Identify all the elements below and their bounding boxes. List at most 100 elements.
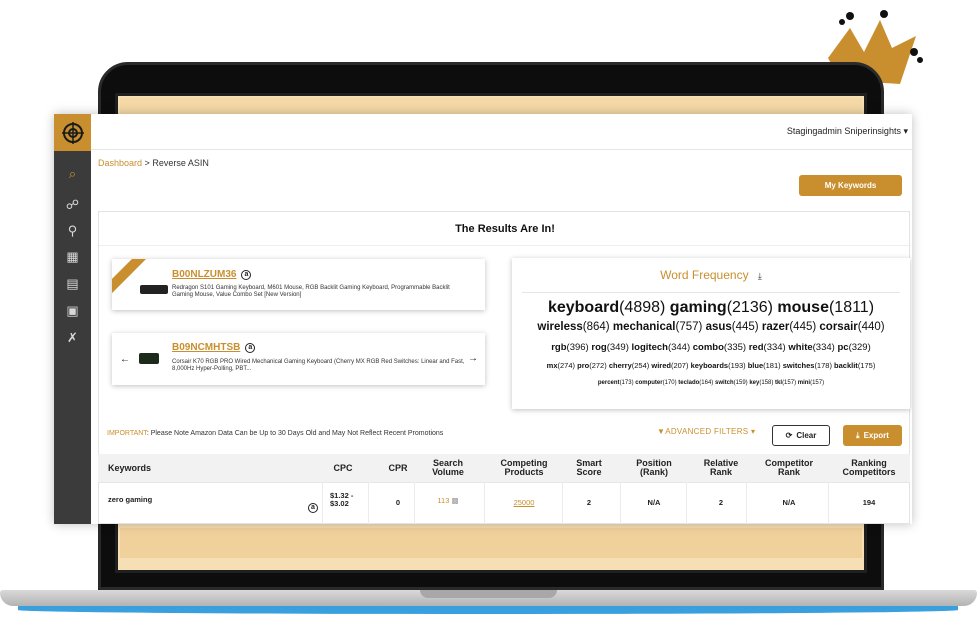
asin-id: B09NCMHTSB [172, 342, 241, 353]
asin-card[interactable]: B00NLZUM36 a Redragon S101 Gaming Keyboar… [112, 259, 485, 310]
cell-ranking-competitors: 194 [862, 498, 876, 507]
column-header-position-rank[interactable]: Position (Rank) [628, 459, 680, 477]
logo[interactable] [54, 114, 91, 151]
user-menu[interactable]: Stagingadmin Sniperinsights ▾ [787, 126, 908, 137]
word-count: (349) [606, 342, 629, 353]
breadcrumb-separator: > [144, 158, 150, 168]
breadcrumb-dashboard-link[interactable]: Dashboard [98, 158, 142, 168]
word-count: (173) [619, 380, 634, 386]
word-term: pro [577, 361, 590, 370]
calculator-icon[interactable]: ▦ [54, 244, 91, 270]
word-count: (396) [566, 342, 589, 353]
word-term: cherry [608, 361, 632, 370]
word-count: (329) [848, 342, 871, 353]
column-divider [562, 482, 563, 524]
laptop-mockup: ⌕ ☍ ⚲ ▦ ▤ ▣ ✗ Stagingadmin Sniperinsight… [0, 0, 977, 618]
word-count: (181) [763, 361, 781, 370]
word-term: keyboard [547, 299, 620, 316]
column-divider [484, 482, 485, 524]
word-term: percent [597, 380, 620, 386]
column-header-search-volume[interactable]: Search Volume [423, 459, 473, 477]
word-count: (193) [728, 361, 746, 370]
column-header-keywords[interactable]: Keywords [108, 464, 151, 473]
word-term: switch [714, 380, 734, 386]
cell-position-rank: N/A [647, 498, 661, 507]
column-header-smart-score[interactable]: Smart Score [570, 459, 608, 477]
search-icon[interactable]: ⚲ [54, 218, 91, 244]
clear-button[interactable]: ⟳ Clear [772, 425, 830, 446]
word-count: (178) [814, 361, 832, 370]
important-notice: IMPORTANT: Please Note Amazon Data Can b… [107, 430, 443, 437]
word-count: (272) [589, 361, 607, 370]
cell-competitor-rank: N/A [782, 498, 796, 507]
word-term: teclado [678, 380, 700, 386]
user-name: Stagingadmin Sniperinsights [786, 126, 901, 136]
word-count: (864) [582, 321, 610, 333]
cell-competing-products[interactable]: 25000 [493, 498, 555, 507]
cell-relative-rank: 2 [718, 498, 724, 507]
important-text: : Please Note Amazon Data Can be Up to 3… [146, 430, 444, 437]
laptop-notch [420, 590, 557, 598]
chart-icon[interactable]: ▤ [54, 271, 91, 297]
word-term: rog [591, 342, 607, 353]
asin-description: Redragon S101 Gaming Keyboard, M601 Mous… [172, 285, 450, 298]
cell-cpr: 0 [395, 498, 401, 507]
word-frequency-row: percent(173) computer(170) teclado(164) … [512, 380, 910, 386]
word-term: razer [761, 321, 790, 333]
column-header-cpr[interactable]: CPR [383, 464, 413, 473]
export-label: Export [863, 431, 889, 440]
cart-icon[interactable]: ☍ [54, 192, 91, 218]
word-count: (334) [812, 342, 835, 353]
word-term: corsair [819, 321, 858, 333]
column-header-competitor-rank[interactable]: Competitor Rank [756, 459, 822, 477]
results-title: The Results Are In! [99, 212, 911, 246]
asin-link[interactable]: B09NCMHTSB a [172, 342, 256, 353]
word-term: keyboards [690, 361, 729, 370]
table-row[interactable]: zero gaming a $1.32 - $3.02 0 113 ▩ 2500… [98, 482, 910, 524]
cell-search-volume[interactable]: 113 ▩ [423, 496, 473, 505]
advanced-filters-toggle[interactable]: ▼ADVANCED FILTERS ▾ [657, 427, 755, 436]
sidebar: ⌕ ☍ ⚲ ▦ ▤ ▣ ✗ [54, 114, 91, 524]
tools-icon[interactable]: ✗ [54, 325, 91, 351]
word-term: asus [705, 321, 732, 333]
column-header-competing-products[interactable]: Competing Products [493, 459, 555, 477]
asin-link[interactable]: B00NLZUM36 a [172, 269, 252, 280]
arrow-right-icon[interactable]: → [468, 353, 478, 364]
column-header-relative-rank[interactable]: Relative Rank [696, 459, 746, 477]
cell-cpc: $1.32 - $3.02 [330, 491, 354, 508]
refresh-icon: ⟳ [785, 431, 793, 440]
word-term: red [748, 342, 764, 353]
column-divider [322, 482, 323, 524]
cell-keyword: zero gaming [108, 495, 153, 504]
arrow-left-icon[interactable]: ← [120, 354, 130, 365]
word-term: gaming [669, 299, 727, 316]
column-divider [620, 482, 621, 524]
amazon-icon[interactable]: a [245, 343, 256, 353]
screen-highlight-bottom [120, 528, 862, 558]
laptop-base-shadow [18, 606, 958, 614]
amazon-icon[interactable]: a [308, 503, 318, 513]
word-term: backlit [834, 361, 858, 370]
word-count: (445) [731, 321, 759, 333]
asin-card[interactable]: ← B09NCMHTSB a Corsair K70 RGB PRO Wired … [112, 333, 485, 385]
crosshair-logo-icon [61, 121, 84, 144]
my-keywords-button[interactable]: My Keywords [799, 175, 902, 196]
document-icon[interactable]: ▣ [54, 298, 91, 324]
cell-smart-score: 2 [586, 498, 592, 507]
word-count: (157) [782, 380, 797, 386]
word-term: computer [635, 380, 663, 386]
word-count: (757) [675, 321, 703, 333]
column-header-ranking-competitors[interactable]: Ranking Competitors [834, 459, 904, 477]
asin-id: B00NLZUM36 [172, 269, 237, 280]
amazon-icon[interactable]: a [241, 270, 252, 280]
word-frequency-row: rgb(396) rog(349) logitech(344) combo(33… [512, 342, 910, 353]
asin-description: Corsair K70 RGB PRO Wired Mechanical Gam… [172, 359, 465, 372]
export-button[interactable]: ⤓ Export [843, 425, 902, 446]
bar-chart-icon[interactable]: ▩ [451, 496, 458, 505]
app-window: ⌕ ☍ ⚲ ▦ ▤ ▣ ✗ Stagingadmin Sniperinsight… [54, 114, 912, 524]
download-icon: ⤓ [856, 430, 860, 440]
product-image [139, 353, 159, 364]
keyword-research-icon[interactable]: ⌕ [54, 161, 91, 187]
download-icon[interactable]: ⤓ [758, 271, 762, 281]
column-header-cpc[interactable]: CPC [328, 464, 358, 473]
